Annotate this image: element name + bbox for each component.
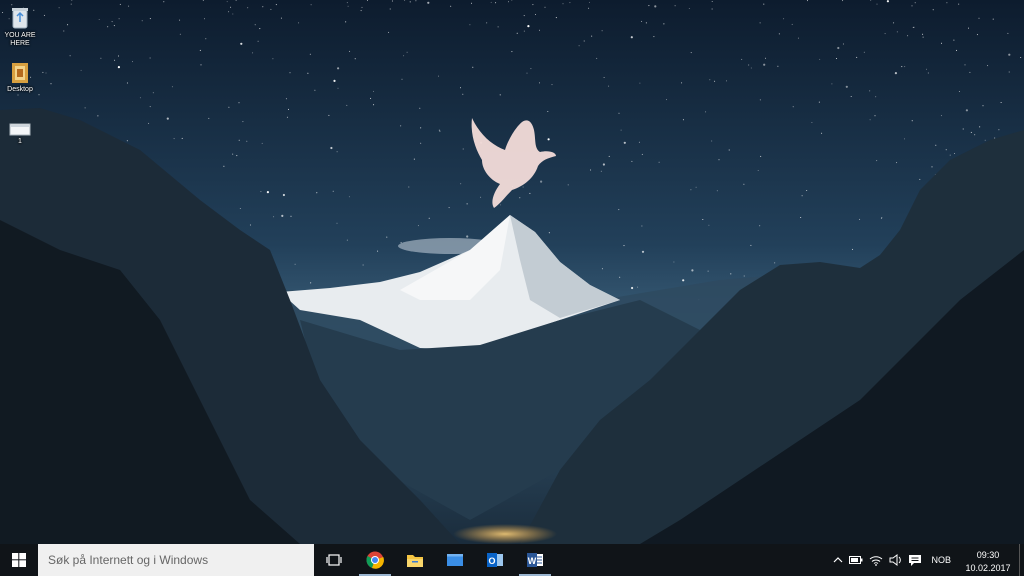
show-desktop-button[interactable] (1019, 544, 1024, 576)
desktop-icon-label: 1 (18, 138, 22, 145)
battery-button[interactable] (846, 544, 866, 576)
taskbar-app-outlook[interactable]: O (475, 544, 515, 576)
action-center-icon (909, 554, 922, 566)
outlook-icon: O (487, 553, 503, 567)
file-explorer-icon (407, 555, 423, 567)
taskbar: Søk på Internett og i Windows O W NOB 09… (0, 544, 1024, 576)
clock-date: 10.02.2017 (965, 562, 1011, 573)
desktop-wallpaper (0, 0, 1024, 544)
image-file-icon (9, 122, 31, 136)
desktop-icon-label: YOU ARE HERE (4, 32, 36, 47)
battery-icon (849, 556, 863, 564)
svg-text:W: W (528, 556, 537, 566)
system-tray: NOB 09:30 10.02.2017 (830, 544, 1024, 576)
task-view-icon (326, 554, 342, 566)
desktop-icon-file-1[interactable]: 1 (0, 122, 40, 146)
windows-logo-icon (12, 553, 26, 567)
svg-text:O: O (488, 556, 495, 566)
word-icon: W (527, 553, 543, 567)
volume-icon (889, 554, 902, 566)
folder-icon (9, 60, 31, 84)
action-center-button[interactable] (905, 544, 925, 576)
wifi-icon (870, 556, 883, 566)
desktop-icon-desktop[interactable]: Desktop (0, 60, 40, 94)
search-box[interactable]: Søk på Internett og i Windows (38, 544, 314, 576)
task-view-button[interactable] (315, 544, 353, 576)
desktop-icon-label: Desktop (7, 86, 33, 93)
network-button[interactable] (866, 544, 886, 576)
desktop-icon-recycle-bin[interactable]: YOU ARE HERE (0, 6, 40, 48)
taskbar-app-chrome[interactable] (355, 544, 395, 576)
clock-button[interactable]: 09:30 10.02.2017 (957, 546, 1019, 575)
taskbar-app-window[interactable] (435, 544, 475, 576)
taskbar-app-word[interactable]: W (515, 544, 555, 576)
clock-time: 09:30 (976, 549, 1000, 560)
window-icon (447, 554, 463, 566)
input-language-button[interactable]: NOB (925, 544, 957, 576)
search-placeholder: Søk på Internett og i Windows (48, 553, 209, 567)
language-indicator: NOB (931, 555, 951, 565)
chrome-icon (366, 551, 384, 569)
volume-button[interactable] (886, 544, 905, 576)
taskbar-app-file-explorer[interactable] (395, 544, 435, 576)
recycle-bin-icon (9, 6, 31, 30)
start-button[interactable] (0, 544, 38, 576)
show-hidden-icons-button[interactable] (830, 544, 846, 576)
chevron-up-icon (834, 557, 843, 563)
